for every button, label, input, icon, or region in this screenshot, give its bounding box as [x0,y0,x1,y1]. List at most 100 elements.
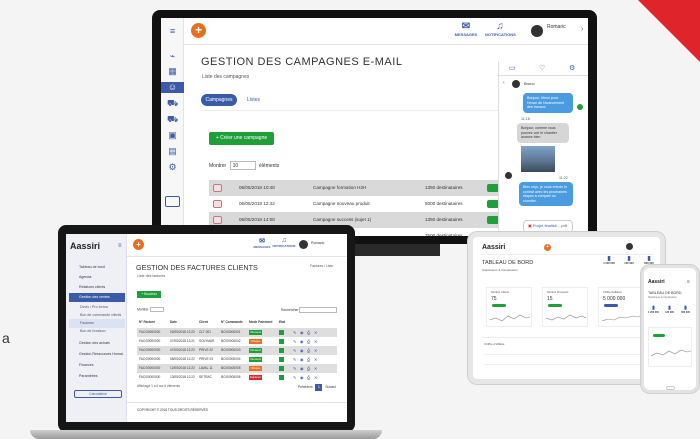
view-icon[interactable]: ◉ [300,373,304,382]
sender-avatar [577,104,583,110]
pager-prev[interactable]: Précédent [298,385,313,389]
view-icon[interactable]: ◉ [300,355,304,364]
avatar[interactable] [299,240,308,249]
sparkline [490,314,530,322]
add-icon[interactable]: + [133,239,144,250]
delete-icon[interactable]: ✕ [314,337,317,346]
delete-icon[interactable]: ✕ [314,346,317,355]
print-icon[interactable]: ⎙ [307,373,310,382]
pager-page[interactable]: 1 [315,384,323,391]
menu-icon[interactable]: ≡ [687,279,690,285]
chat-tabs: ▭ ♡ ⚙ [499,62,588,76]
sidebar-item-finances[interactable]: Finances [69,361,125,370]
gear-icon[interactable]: ⚙ [167,162,178,173]
edit-icon[interactable]: ✎ [293,373,296,382]
status-badge [279,375,284,380]
notifications-button[interactable]: ♫ NOTIFICATIONS [485,21,516,37]
edit-icon[interactable]: ✎ [293,364,296,373]
sidebar-item-purchases[interactable]: Gestion des achats [69,339,125,348]
pager-next[interactable]: Suivant [325,385,336,389]
create-campaign-button[interactable]: + Créer une campagne [209,132,274,145]
briefcase-icon[interactable]: ▤ [167,146,178,157]
tab-campagnes[interactable]: Campagnes [201,94,237,106]
avatar[interactable] [531,25,543,37]
sidebar-item-agenda[interactable]: Agenda [69,273,125,282]
pagination: Précédent 1 Suivant [298,384,336,391]
menu-icon[interactable]: ≡ [167,26,178,37]
delete-icon[interactable]: ✕ [314,373,317,382]
file-attachment[interactable]: ▣ Projet finalisé....pdf [523,220,573,233]
heart-icon[interactable]: ♡ [539,64,545,72]
menu-icon[interactable]: ≡ [118,243,122,249]
edit-icon[interactable]: ✎ [293,346,296,355]
chat-icon[interactable]: ▭ [509,64,516,72]
sidebar-item-dashboard[interactable]: Tableau de bord [69,263,125,272]
table-row[interactable]: FAC/00000000 08/05/2018 12:22 PRIVE 03 BC/0… [137,355,337,364]
print-icon[interactable]: ⎙ [307,364,310,373]
stat-card-revenue[interactable]: Chiffre d'affaires 5 000 000 [598,287,644,327]
search-input[interactable] [299,307,338,313]
delete-icon[interactable]: ✕ [314,328,317,337]
print-icon[interactable]: ⎙ [307,337,310,346]
user-name[interactable]: Romaric [547,24,566,30]
sidebar-item-sales[interactable]: Gestion des ventes [69,293,125,302]
calculator-button[interactable]: Calculatrice [74,390,122,398]
sidebar-item-clients[interactable]: Relations clients [69,283,125,292]
stat-card-prospects[interactable]: Nombre Prospects 15 [542,287,588,327]
delete-icon[interactable]: ✕ [314,364,317,373]
table-row[interactable]: FAC/00000000 02/05/2018 12:22 CLT 001 BC/00… [137,328,337,337]
view-icon[interactable]: ◉ [300,364,304,373]
box-icon[interactable]: ▣ [167,130,178,141]
sidebar-item-settings[interactable]: Paramètres [69,372,125,381]
table-row[interactable]: FAC/00000000 07/05/2018 13:21 SOLYMAR BC/00… [137,337,337,346]
gear-icon[interactable]: ⚙ [569,64,575,72]
stat-card-clients[interactable]: Nombre Clients 75 [486,287,532,327]
page-subtitle: Statistiques & Visualisation [648,296,677,299]
user-icon[interactable]: ☺ [161,82,184,93]
table-row[interactable]: 06/05/2018 12:42 Campagne nouveau produi… [209,196,499,212]
table-row[interactable]: 06/05/2018 10:48 Campagne formation H2H … [209,180,499,196]
view-icon[interactable]: ◉ [300,337,304,346]
logo: Aassiri [70,241,101,251]
edit-icon[interactable]: ✎ [293,328,296,337]
phone-screen: Aassiri ≡ TABLEAU DE BORD Statistiques &… [646,277,694,381]
sidebar-item-hr[interactable]: Gestion Ressources Humai. [69,350,125,359]
chat-message: Bonjour, comme vous pouvez voir le chant… [517,123,569,143]
table-row[interactable]: FAC/00000000 12/05/2018 12:22 LAVAL 11 BC/0… [137,364,337,373]
add-icon[interactable]: + [544,244,551,251]
edit-icon[interactable]: ✎ [293,337,296,346]
divider [201,110,501,111]
notifications-button[interactable]: ♫ NOTIFICATIONS [269,237,299,248]
avatar[interactable] [626,243,633,250]
page-size-control: Montrer 10 éléments [209,161,280,170]
new-invoice-button[interactable]: + Nouveau [137,291,161,298]
page-size-select[interactable] [149,307,164,312]
back-icon[interactable]: ‹ [503,80,505,86]
edit-icon[interactable]: ✎ [293,355,296,364]
print-icon[interactable]: ⎙ [307,355,310,364]
messages-button[interactable]: ✉ MESSAGES [451,21,481,37]
table-row[interactable]: FAC/00000000 13/05/2018 12:22 SETRAC BC/000… [137,373,337,382]
home-button[interactable] [666,386,675,390]
page-size-select[interactable]: 10 [229,161,256,170]
print-icon[interactable]: ⎙ [307,328,310,337]
cart-icon[interactable]: ⛟ [167,98,178,109]
delete-icon[interactable]: ✕ [314,355,317,364]
user-name[interactable]: Romaric [311,241,324,245]
calculator-button[interactable] [165,196,180,207]
divider [127,402,347,403]
tab-listes[interactable]: Listes [247,97,260,103]
add-icon[interactable]: + [191,23,206,38]
sidebar-subitem-delivery[interactable]: Bon de livraison [69,327,125,336]
calendar-icon[interactable]: ▦ [167,66,178,77]
chevron-right-icon[interactable]: › [581,26,583,33]
stat-card[interactable] [648,327,692,367]
view-icon[interactable]: ◉ [300,346,304,355]
share-icon[interactable]: ⌁ [167,51,178,62]
cart-icon[interactable]: ⛟ [167,114,178,125]
cropped-text-fragment: a [2,330,10,346]
view-icon[interactable]: ◉ [300,328,304,337]
building-photo[interactable] [521,146,555,172]
print-icon[interactable]: ⎙ [307,346,310,355]
table-row[interactable]: FAC/00000000 07/05/2018 12:22 PRIVE 02 BC/0… [137,346,337,355]
